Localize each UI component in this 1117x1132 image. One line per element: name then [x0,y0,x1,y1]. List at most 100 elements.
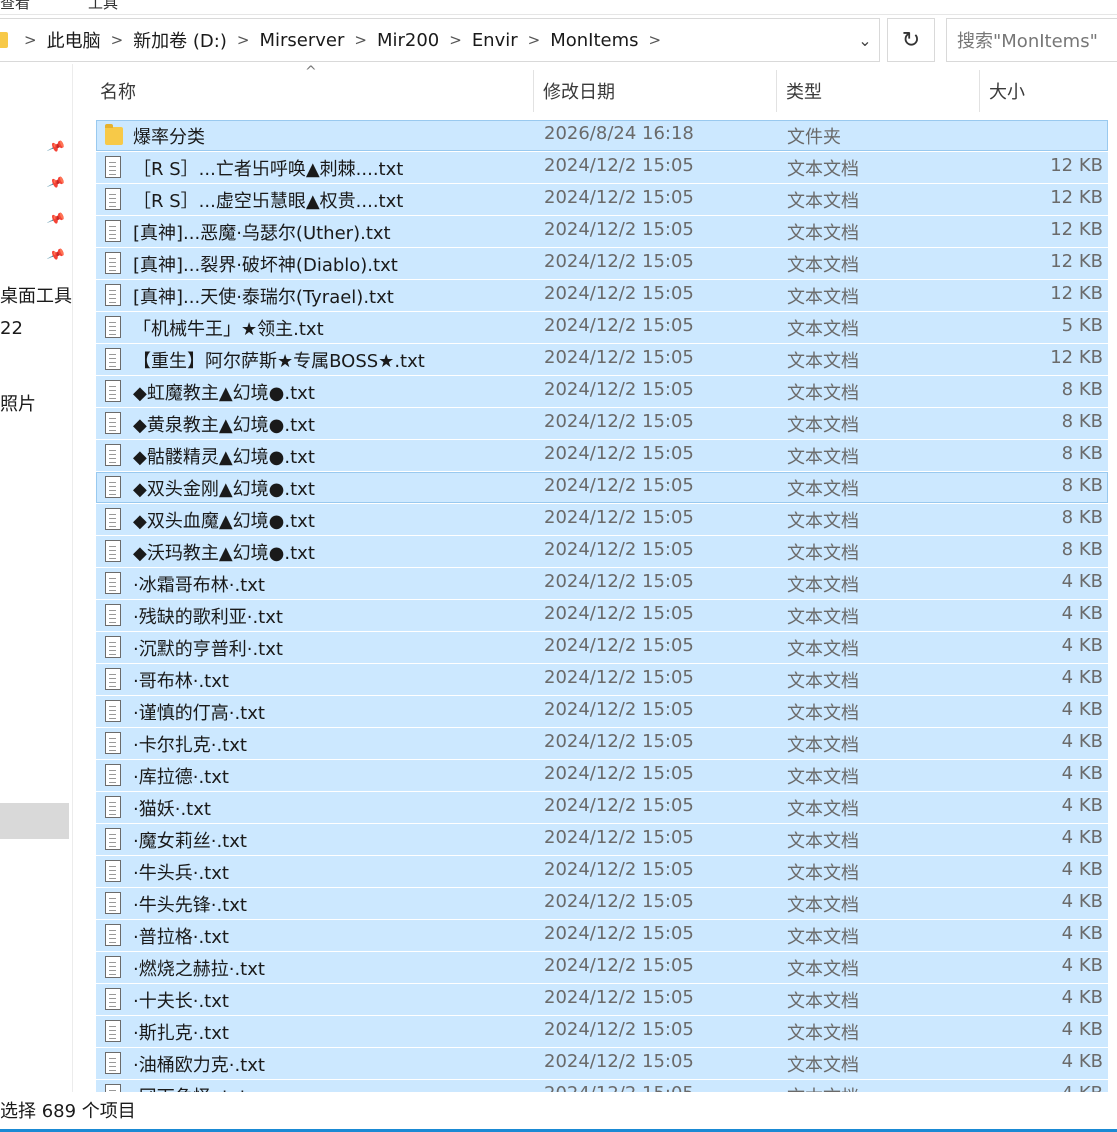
file-size: 4 KB [1061,763,1103,784]
text-document-icon [105,188,121,210]
file-row[interactable]: ·谨慎的仃高·.txt 2024/12/2 15:05 文本文档 4 KB [96,696,1108,727]
file-row[interactable]: 「机械牛王」★领主.txt 2024/12/2 15:05 文本文档 5 KB [96,312,1108,343]
nav-item-selected[interactable] [0,803,69,839]
breadcrumb-mir200[interactable]: Mir200 [371,30,445,51]
file-type: 文本文档 [787,479,859,500]
column-divider[interactable] [979,70,980,112]
file-row[interactable]: ·库拉德·.txt 2024/12/2 15:05 文本文档 4 KB [96,760,1108,791]
file-type: 文本文档 [787,863,859,884]
file-row[interactable]: ◆双头金刚▲幻境●.txt 2024/12/2 15:05 文本文档 8 KB [96,472,1108,503]
file-row[interactable]: ·斯扎克·.txt 2024/12/2 15:05 文本文档 4 KB [96,1016,1108,1047]
file-modified-date: 2024/12/2 15:05 [544,635,694,656]
ribbon-tab-view[interactable]: 查看 [0,0,30,13]
file-type: 文本文档 [787,895,859,916]
file-type: 文本文档 [787,159,859,180]
file-row[interactable]: ［R S］...虚空卐慧眼▲权贵....txt 2024/12/2 15:05 文本… [96,184,1108,215]
file-row[interactable]: ·牛头先锋·.txt 2024/12/2 15:05 文本文档 4 KB [96,888,1108,919]
file-type: 文件夹 [787,127,841,148]
file-name: 爆率分类 [133,127,205,148]
text-document-icon [105,956,121,978]
text-document-icon [105,348,121,370]
breadcrumb-drive-d[interactable]: 新加卷 (D:) [127,27,233,53]
file-row[interactable]: ·冰霜哥布林·.txt 2024/12/2 15:05 文本文档 4 KB [96,568,1108,599]
file-modified-date: 2024/12/2 15:05 [544,1019,694,1040]
column-header-type[interactable]: 类型 [786,66,976,116]
breadcrumb-envir[interactable]: Envir [466,30,524,51]
file-type: 文本文档 [787,703,859,724]
file-size: 4 KB [1061,891,1103,912]
chevron-right-icon[interactable]: > [107,31,128,49]
column-divider[interactable] [776,70,777,112]
chevron-right-icon[interactable]: > [350,31,371,49]
text-document-icon [105,604,121,626]
file-size: 4 KB [1061,667,1103,688]
file-row[interactable]: ·十夫长·.txt 2024/12/2 15:05 文本文档 4 KB [96,984,1108,1015]
file-row[interactable]: ·猫妖·.txt 2024/12/2 15:05 文本文档 4 KB [96,792,1108,823]
file-type: 文本文档 [787,1023,859,1044]
refresh-button[interactable]: ↻ [887,18,935,62]
pin-icon[interactable]: 📌 [46,246,66,266]
text-document-icon [105,572,121,594]
file-row[interactable]: ·卡尔扎克·.txt 2024/12/2 15:05 文本文档 4 KB [96,728,1108,759]
file-type: 文本文档 [787,1055,859,1076]
file-row[interactable]: ◆双头血魔▲幻境●.txt 2024/12/2 15:05 文本文档 8 KB [96,504,1108,535]
file-row[interactable]: [真神]...恶魔·乌瑟尔(Uther).txt 2024/12/2 15:05 文… [96,216,1108,247]
file-row[interactable]: ◆骷髅精灵▲幻境●.txt 2024/12/2 15:05 文本文档 8 KB [96,440,1108,471]
file-row[interactable]: 【重生】阿尔萨斯★专属BOSS★.txt 2024/12/2 15:05 文本文档 1… [96,344,1108,375]
file-modified-date: 2024/12/2 15:05 [544,891,694,912]
file-row[interactable]: ［R S］...亡者卐呼唤▲刺棘....txt 2024/12/2 15:05 文本… [96,152,1108,183]
file-row[interactable]: ·普拉格·.txt 2024/12/2 15:05 文本文档 4 KB [96,920,1108,951]
chevron-right-icon[interactable]: > [445,31,466,49]
pin-icon[interactable]: 📌 [46,138,66,158]
nav-item-22[interactable]: 22 [0,318,23,339]
chevron-right-icon[interactable]: > [20,31,41,49]
chevron-right-icon[interactable]: > [524,31,545,49]
file-row[interactable]: [真神]...裂界·破坏神(Diablo).txt 2024/12/2 15:05… [96,248,1108,279]
pin-icon[interactable]: 📌 [46,174,66,194]
breadcrumb-this-pc[interactable]: 此电脑 [41,27,107,53]
file-row[interactable]: ◆沃玛教主▲幻境●.txt 2024/12/2 15:05 文本文档 8 KB [96,536,1108,567]
file-row[interactable]: ·冈下角怪·.txt 2024/12/2 15:05 文本文档 4 KB [96,1080,1108,1092]
file-row[interactable]: ·燃烧之赫拉·.txt 2024/12/2 15:05 文本文档 4 KB [96,952,1108,983]
file-size: 12 KB [1050,219,1103,240]
folder-row[interactable]: 爆率分类 2026/8/24 16:18 文件夹 [96,120,1108,151]
file-row[interactable]: ·魔女莉丝·.txt 2024/12/2 15:05 文本文档 4 KB [96,824,1108,855]
file-row[interactable]: ·牛头兵·.txt 2024/12/2 15:05 文本文档 4 KB [96,856,1108,887]
column-header-name[interactable]: 名称 [100,66,530,116]
breadcrumb-monitems[interactable]: MonItems [544,30,644,51]
file-row[interactable]: ·哥布林·.txt 2024/12/2 15:05 文本文档 4 KB [96,664,1108,695]
breadcrumb: > 此电脑 > 新加卷 (D:) > Mirserver > Mir200 > … [20,19,665,61]
ribbon-tab-tools[interactable]: 工具 [88,0,118,13]
chevron-right-icon[interactable]: > [645,31,666,49]
address-bar[interactable]: > 此电脑 > 新加卷 (D:) > Mirserver > Mir200 > … [0,18,880,62]
file-modified-date: 2024/12/2 15:05 [544,507,694,528]
pin-icon[interactable]: 📌 [46,210,66,230]
file-row[interactable]: [真神]...天使·泰瑞尔(Tyrael).txt 2024/12/2 15:05… [96,280,1108,311]
nav-item-photos[interactable]: 照片 [0,390,36,416]
file-name: ◆骷髅精灵▲幻境●.txt [133,447,315,468]
nav-item-desktop-tools[interactable]: 桌面工具 [0,282,72,308]
file-size: 4 KB [1061,955,1103,976]
file-type: 文本文档 [787,255,859,276]
file-row[interactable]: ·沉默的亨普利·.txt 2024/12/2 15:05 文本文档 4 KB [96,632,1108,663]
breadcrumb-mirserver[interactable]: Mirserver [253,30,350,51]
text-document-icon [105,828,121,850]
file-size: 4 KB [1061,827,1103,848]
file-row[interactable]: ◆黄泉教主▲幻境●.txt 2024/12/2 15:05 文本文档 8 KB [96,408,1108,439]
chevron-right-icon[interactable]: > [233,31,254,49]
status-selection-count: 选择 689 个项目 [0,1101,136,1122]
file-size: 4 KB [1062,1083,1103,1092]
file-type: 文本文档 [787,767,859,788]
file-row[interactable]: ◆虹魔教主▲幻境●.txt 2024/12/2 15:05 文本文档 8 KB [96,376,1108,407]
column-divider[interactable] [533,70,534,112]
file-row[interactable]: ·油桶欧力克·.txt 2024/12/2 15:05 文本文档 4 KB [96,1048,1108,1079]
file-row[interactable]: ·残缺的歌利亚·.txt 2024/12/2 15:05 文本文档 4 KB [96,600,1108,631]
chevron-down-icon[interactable]: ⌄ [851,19,879,61]
file-type: 文本文档 [787,671,859,692]
text-document-icon [105,1020,121,1042]
search-input[interactable]: 搜索"MonItems" [946,18,1117,62]
column-header-size[interactable]: 大小 [989,66,1109,116]
file-modified-date: 2026/8/24 16:18 [544,123,694,144]
column-header-date[interactable]: 修改日期 [543,66,773,116]
file-name: 【重生】阿尔萨斯★专属BOSS★.txt [133,351,425,372]
